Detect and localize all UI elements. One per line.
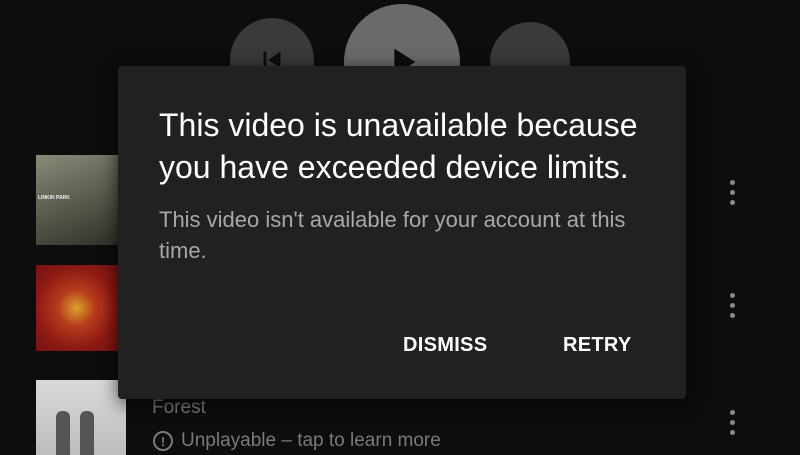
dialog-message: This video isn't available for your acco… [159,207,626,263]
video-status[interactable]: ! Unplayable – tap to learn more [153,430,441,452]
thumbnail-caption: LINKIN PARK [38,195,70,201]
retry-button[interactable]: RETRY [563,330,632,361]
video-thumbnail[interactable] [36,265,126,351]
figure-shape [80,411,94,455]
video-thumbnail[interactable] [36,380,126,455]
row-menu-icon[interactable] [728,293,738,323]
row-menu-icon[interactable] [728,410,738,440]
video-thumbnail[interactable]: LINKIN PARK [36,155,126,245]
figure-shape [56,411,70,455]
dismiss-button[interactable]: DISMISS [403,330,487,361]
dialog-title: This video is unavailable because you ha… [159,107,638,185]
error-dialog: This video is unavailable because you ha… [118,66,686,399]
info-icon: ! [153,431,173,451]
row-menu-icon[interactable] [728,180,738,210]
video-title[interactable]: Forest [152,397,206,419]
video-status-text: Unplayable – tap to learn more [181,430,441,451]
